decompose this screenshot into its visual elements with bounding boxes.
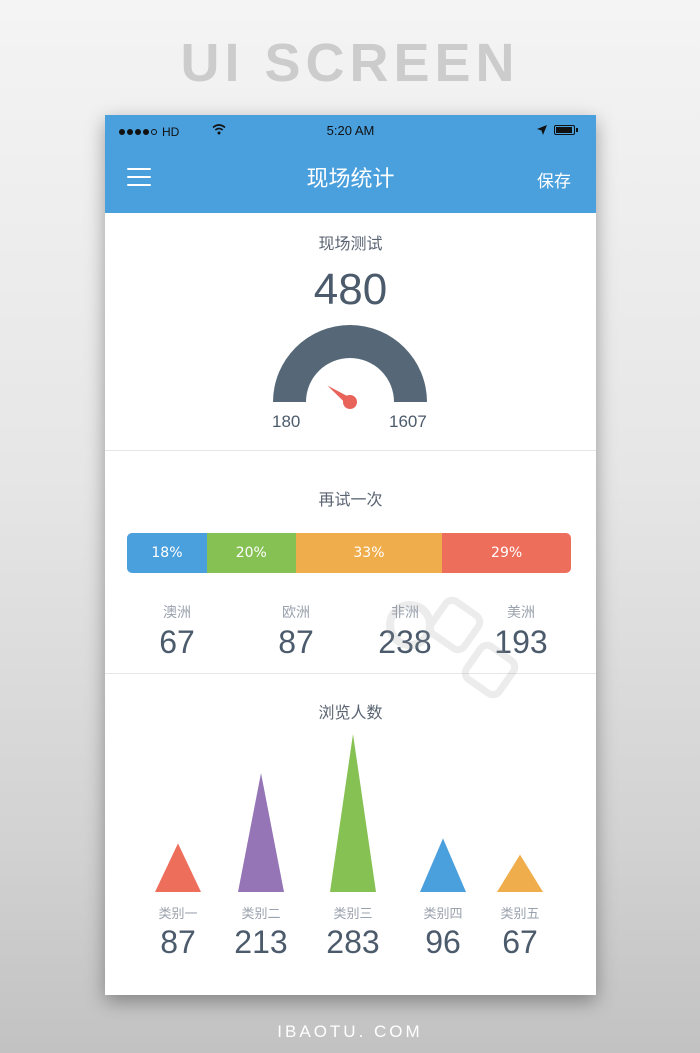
- poster-footer: IBAOTU. COM: [277, 1022, 423, 1041]
- location-arrow-icon: [537, 125, 547, 135]
- views-section-title: 浏览人数: [318, 703, 383, 722]
- region-name: 欧洲: [282, 605, 310, 621]
- phone-screen: HD 5:20 AM 现场统计 保存 现场测试 480 180 1607 再试一…: [105, 115, 596, 995]
- gauge-max-label: 1607: [389, 412, 427, 431]
- region-stat: 非洲 238: [355, 602, 455, 661]
- category-value: 283: [326, 924, 380, 960]
- region-stat: 美洲 193: [471, 602, 571, 661]
- category-name: 类别五: [500, 907, 540, 922]
- percentage-segment: 20%: [206, 533, 296, 573]
- percentage-bar: 18% 20% 33% 29%: [127, 533, 571, 573]
- region-value: 193: [494, 624, 548, 660]
- app-header: HD 5:20 AM 现场统计 保存: [105, 115, 596, 213]
- region-value: 67: [159, 624, 195, 660]
- category-stat: 类别三 283: [308, 903, 398, 961]
- category-triangle-2: [238, 773, 284, 892]
- category-triangle-3: [330, 734, 376, 892]
- category-triangle-4: [420, 838, 466, 892]
- gauge-value: 480: [313, 265, 388, 314]
- gauge-meter: [273, 325, 427, 409]
- gauge-section-title: 现场测试: [318, 234, 383, 253]
- category-chart: [155, 734, 543, 892]
- percentage-segment: 33%: [295, 533, 443, 573]
- region-name: 美洲: [507, 605, 535, 621]
- region-value: 238: [378, 624, 432, 660]
- category-name: 类别二: [241, 907, 281, 922]
- region-value: 87: [278, 624, 314, 660]
- category-name: 类别一: [158, 907, 198, 922]
- gauge-arc: [273, 325, 427, 402]
- category-value: 213: [234, 924, 288, 960]
- battery-icon: [554, 125, 578, 135]
- retry-section-title: 再试一次: [318, 490, 383, 509]
- gauge-min-label: 180: [272, 412, 301, 431]
- percentage-segment: 29%: [442, 533, 571, 573]
- percentage-segment: 18%: [127, 533, 207, 573]
- region-stat: 欧洲 87: [246, 602, 346, 661]
- status-bar: HD 5:20 AM: [105, 115, 596, 147]
- category-value: 87: [160, 924, 196, 960]
- section-divider: [105, 450, 596, 451]
- category-stat: 类别一 87: [133, 903, 223, 961]
- section-divider: [105, 673, 596, 674]
- category-name: 类别三: [333, 907, 373, 922]
- category-value: 67: [502, 924, 538, 960]
- poster-title: UI SCREEN: [180, 33, 520, 93]
- region-name: 澳洲: [163, 605, 191, 621]
- status-time: 5:20 AM: [326, 123, 375, 138]
- region-stat: 澳洲 67: [127, 602, 227, 661]
- gauge-needle-hub: [343, 395, 357, 409]
- category-triangle-5: [497, 854, 543, 892]
- page-title: 现场统计: [306, 167, 395, 192]
- save-button[interactable]: 保存: [537, 167, 571, 192]
- category-stat: 类别五 67: [475, 903, 565, 961]
- region-name: 非洲: [391, 605, 419, 621]
- category-stat: 类别二 213: [216, 903, 306, 961]
- category-triangle-1: [155, 843, 201, 892]
